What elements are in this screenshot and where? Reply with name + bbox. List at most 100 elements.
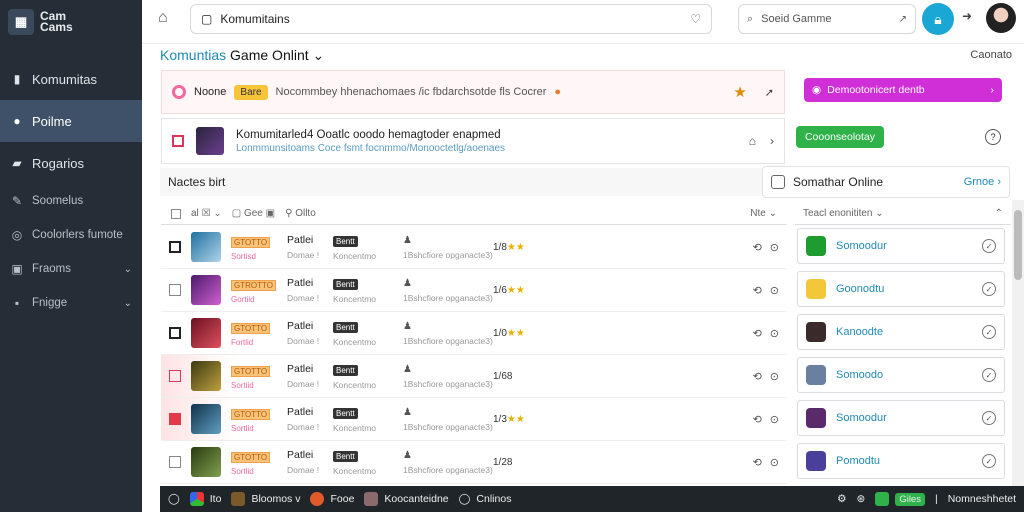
scrollbar[interactable] [1012,200,1024,486]
row-checkbox[interactable] [169,327,181,339]
sync-icon[interactable]: ⟲ [753,284,762,297]
page-header-right[interactable]: Caonato [970,49,1012,61]
sidebar-item-coolorlers[interactable]: ◎ Coolorlers fumote [0,218,142,252]
more-icon[interactable]: ⊙ [770,284,779,297]
gear-icon[interactable]: ⚙︎ [837,493,846,505]
more-icon[interactable]: ⊙ [770,241,779,254]
sub-tag: Sortlid [231,423,254,433]
forward-arrow-icon[interactable]: ➜ [962,9,972,23]
check-icon[interactable]: ✓ [982,454,996,468]
green-action-button[interactable]: Cooonseolotay [796,126,884,148]
taskbar-item-3[interactable]: Fooe [310,492,354,506]
sidebar-item-komumitas[interactable]: ▮ Komumitas [0,58,142,100]
chevron-down-icon: ⌄ [312,47,325,63]
online-list-item[interactable]: Pomodtu ✓ [797,443,1005,479]
check-icon[interactable]: ✓ [982,239,996,253]
sidebar-item-rogarios[interactable]: ▰ Rogarios [0,142,142,184]
expand-icon[interactable]: ↗ [899,14,907,25]
sync-icon[interactable]: ⟲ [753,327,762,340]
column-header-c[interactable]: ⚲ Ollto [285,208,316,219]
lock-button[interactable]: 🔒︎ [922,3,954,35]
row-sub: Domae ! [287,379,320,389]
players-icon: ♟︎ [403,449,412,461]
taskbar-item-4[interactable]: Koocanteidne [364,492,449,506]
table-row[interactable]: GTOTTO Sortisd Patlei Domae ! Bentt Koncent… [161,226,787,269]
taskbar-item-2[interactable]: Bloomos v [231,492,300,506]
row-c-sub: Koncentmo [333,251,376,261]
taskbar: ◯ Ito Bloomos v Fooe Koocanteidne ◯ Cnlin… [160,486,1024,512]
purple-action-button[interactable]: ◉ Demootonicert dentb › [804,78,1002,102]
select-all-checkbox[interactable] [171,208,181,219]
online-list-item[interactable]: Kanoodte ✓ [797,314,1005,350]
online-panel-header[interactable]: Somathar Online Grnoe › [762,166,1010,198]
online-filter[interactable]: Grnoe › [964,176,1001,188]
more-icon[interactable]: ⊙ [770,456,779,469]
more-icon[interactable]: ⊙ [770,413,779,426]
pin-icon[interactable]: ➚ [765,86,774,99]
page-title[interactable]: Komuntias Game Onlint ⌄ [160,47,324,64]
featured-link[interactable]: Lonmmunsitoams Coce fsmt focnmmo/Monooct… [236,143,505,154]
online-list-item[interactable]: Somoodur ✓ [797,400,1005,436]
row-checkbox[interactable] [169,370,181,382]
home-icon[interactable]: ⌂ [158,9,168,27]
sidebar-item-fnigge[interactable]: ▪ Fnigge ⌄ [0,286,142,320]
column-header-a[interactable]: al ☒ ⌄ [191,208,222,219]
row-pill: Bentt [333,322,358,333]
tag-icon: ▪ [14,296,20,310]
row-checkbox[interactable] [169,241,181,253]
sync-icon[interactable]: ⟲ [753,413,762,426]
row-sub: Domae ! [287,250,320,260]
table-row[interactable]: GTOTTO Sortlid Patlei Domae ! Bentt Koncent… [161,441,787,484]
check-icon[interactable]: ✓ [982,325,996,339]
check-icon[interactable]: ✓ [982,282,996,296]
chat-icon[interactable]: ♡ [690,12,701,26]
table-row[interactable]: GTROTTO Gortiid Patlei Domae ! Bentt Koncen… [161,269,787,312]
table-row[interactable]: GTOTTO Sortlid Patlei Domae ! Bentt Koncent… [161,398,787,441]
page-title-part2: Game Onlint [230,47,309,63]
more-icon[interactable]: ⊙ [770,327,779,340]
sync-icon[interactable]: ⟲ [753,370,762,383]
column-header-right[interactable]: Nte ⌄ [750,208,777,219]
row-checkbox[interactable] [169,413,181,425]
info-icon[interactable]: ? [985,129,1001,145]
checkbox[interactable] [172,135,184,147]
more-icon[interactable]: ⊙ [770,370,779,383]
sidebar-item-label: Komumitas [32,71,98,87]
chat-bubble-icon[interactable]: ◯ [168,493,180,505]
bookmark-icon[interactable]: ⌂ [749,134,756,148]
sidebar-item-fraoms[interactable]: ▣ Fraoms ⌄ [0,252,142,286]
row-checkbox[interactable] [169,284,181,296]
sidebar-item-soomelus[interactable]: ✎ Soomelus [0,184,142,218]
game-search-input[interactable]: ⌕ Soeid Gamme ↗ [738,4,916,34]
app-logo[interactable]: ▦ Cam Cams [0,0,142,44]
check-icon[interactable]: ✓ [982,411,996,425]
sub-tag: Sortisd [231,251,256,261]
sync-icon[interactable]: ⟲ [753,241,762,254]
sync-icon[interactable]: ⟲ [753,456,762,469]
featured-item[interactable]: Komumitarled4 Ooatlc ooodo hemagtoder en… [161,118,785,164]
taskbar-item-6[interactable]: Giles [875,492,925,506]
online-list-item[interactable]: Somoodur ✓ [797,228,1005,264]
search-input[interactable]: ▢ Komumitains ♡ [190,4,712,34]
record-icon: ◉ [812,84,822,96]
avatar[interactable] [986,3,1016,33]
scrollbar-thumb[interactable] [1014,210,1022,280]
taskbar-item-7[interactable]: Nomneshhetet [948,493,1016,505]
check-icon[interactable]: ✓ [982,368,996,382]
taskbar-item-1[interactable]: Ito [189,492,221,506]
chevron-up-icon[interactable]: ⌃ [995,208,1003,219]
table-row[interactable]: GTOTTO Fortlid Patlei Domae ! Bentt Koncent… [161,312,787,355]
table-row[interactable]: GTOTTO Sortiid Patlei Domae ! Bentt Koncent… [161,355,787,398]
settings-circle-icon[interactable]: ⊛ [857,493,866,505]
star-icon[interactable]: ★ [733,83,746,101]
row-checkbox[interactable] [169,456,181,468]
taskbar-item-5[interactable]: ◯ Cnlinos [459,493,512,505]
column-header-b[interactable]: ▢ Gee ▣ [232,208,275,219]
sidebar-item-poilme[interactable]: ● Poilme [0,100,142,142]
chevron-right-icon[interactable]: › [770,134,774,148]
notice-banner: Noone Bare Nocommbey hhenachomaes /ic fb… [161,70,785,114]
game-avatar [806,365,826,385]
online-list-item[interactable]: Goonodtu ✓ [797,271,1005,307]
side-header-label[interactable]: Teacl enonititen [803,208,873,219]
online-list-item[interactable]: Somoodo ✓ [797,357,1005,393]
